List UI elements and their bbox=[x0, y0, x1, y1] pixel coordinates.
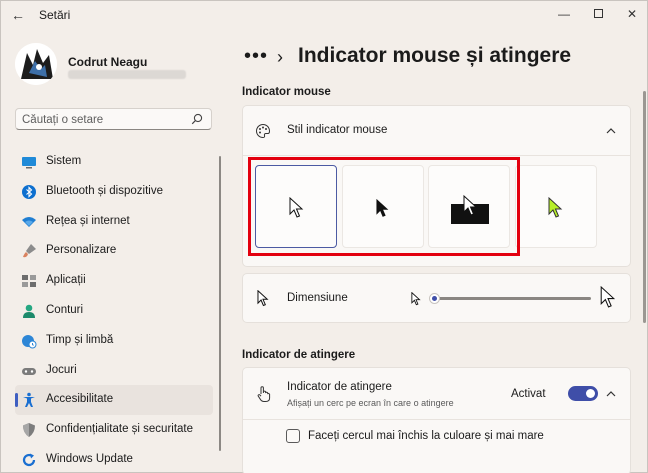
sidebar-item-jocuri[interactable]: Jocuri bbox=[15, 356, 213, 386]
search-icon[interactable] bbox=[191, 113, 203, 125]
brush-icon bbox=[23, 244, 36, 258]
pointer-size-label: Dimensiune bbox=[287, 292, 348, 304]
mouse-style-label: Stil indicator mouse bbox=[287, 124, 388, 136]
highlight-annotation-box bbox=[248, 157, 520, 256]
lime-cursor-icon bbox=[548, 197, 563, 218]
mouse-style-row[interactable]: Stil indicator mouse bbox=[243, 106, 630, 156]
sidebar-item-label: Windows Update bbox=[46, 452, 133, 465]
accessibility-icon bbox=[23, 393, 35, 408]
user-email-blurred bbox=[68, 70, 186, 79]
large-cursor-icon bbox=[600, 286, 616, 308]
wifi-icon bbox=[22, 216, 36, 227]
sidebar-item-bluetooth[interactable]: Bluetooth și dispozitive bbox=[15, 177, 213, 207]
bluetooth-icon bbox=[22, 184, 36, 199]
maximize-button[interactable] bbox=[587, 5, 609, 23]
apps-icon bbox=[22, 275, 36, 288]
sidebar-item-label: Conturi bbox=[46, 303, 84, 316]
sidebar-item-personalizare[interactable]: Personalizare bbox=[15, 236, 213, 266]
sidebar-item-label: Confidențialitate și securitate bbox=[46, 423, 194, 436]
avatar[interactable] bbox=[15, 43, 57, 85]
sidebar-item-windows-update[interactable]: Windows Update bbox=[15, 445, 213, 473]
sidebar-item-sistem[interactable]: Sistem bbox=[15, 147, 213, 177]
sidebar-item-confidentialitate[interactable]: Confidențialitate și securitate bbox=[15, 415, 213, 445]
touch-indicator-card: Indicator de atingere Afișați un cerc pe… bbox=[242, 367, 631, 473]
sidebar-item-aplicatii[interactable]: Aplicații bbox=[15, 266, 213, 296]
sidebar-item-label: Timp și limbă bbox=[46, 333, 114, 346]
monitor-icon bbox=[22, 157, 36, 169]
person-icon bbox=[23, 304, 35, 318]
touch-indicator-description: Afișați un cerc pe ecran în care o ating… bbox=[287, 398, 454, 408]
window-title: Setări bbox=[39, 8, 71, 22]
sidebar-item-label: Bluetooth și dispozitive bbox=[46, 184, 163, 197]
touch-indicator-label: Indicator de atingere bbox=[287, 381, 392, 393]
user-name: Codrut Neagu bbox=[68, 55, 148, 69]
darker-larger-circle-label[interactable]: Faceți cercul mai închis la culoare și m… bbox=[308, 430, 544, 442]
pointer-size-slider-track[interactable] bbox=[434, 297, 591, 300]
small-cursor-icon bbox=[411, 292, 421, 306]
search-input[interactable] bbox=[22, 112, 182, 127]
sidebar-nav: Sistem Bluetooth și dispozitive Rețea și… bbox=[15, 147, 213, 473]
sidebar-item-retea[interactable]: Rețea și internet bbox=[15, 207, 213, 237]
breadcrumb-chevron-icon: › bbox=[277, 47, 283, 67]
touch-hand-icon bbox=[257, 386, 271, 402]
sidebar-item-conturi[interactable]: Conturi bbox=[15, 296, 213, 326]
back-arrow-icon[interactable]: ← bbox=[9, 6, 27, 24]
chevron-up-icon[interactable] bbox=[605, 125, 617, 137]
sidebar-item-label: Personalizare bbox=[46, 244, 117, 257]
cursor-icon bbox=[257, 290, 269, 307]
darker-larger-circle-checkbox[interactable] bbox=[286, 429, 300, 443]
update-icon bbox=[22, 453, 36, 467]
sidebar-scrollbar[interactable] bbox=[219, 156, 221, 451]
close-button[interactable]: ✕ bbox=[621, 5, 643, 23]
pointer-size-slider-thumb[interactable] bbox=[429, 293, 440, 304]
sidebar-item-label: Aplicații bbox=[46, 274, 86, 287]
gamepad-icon bbox=[22, 367, 36, 375]
search-box[interactable] bbox=[15, 108, 212, 130]
minimize-button[interactable]: — bbox=[553, 5, 575, 23]
sidebar-item-timp[interactable]: Timp și limbă bbox=[15, 326, 213, 356]
settings-window: ← Setări — ✕ Codrut Neagu Sistem Bluetoo bbox=[0, 0, 648, 473]
sidebar-item-label: Accesibilitate bbox=[46, 393, 114, 406]
pointer-style-custom[interactable] bbox=[515, 165, 597, 248]
main-scrollbar[interactable] bbox=[643, 91, 646, 323]
globe-clock-icon bbox=[22, 334, 37, 349]
toggle-state-label: Activat bbox=[511, 388, 546, 400]
sidebar-item-label: Jocuri bbox=[46, 363, 77, 376]
palette-icon bbox=[256, 123, 271, 139]
title-bar: ← Setări — ✕ bbox=[1, 1, 648, 29]
shield-icon bbox=[23, 423, 35, 438]
touch-indicator-toggle[interactable] bbox=[568, 386, 598, 401]
breadcrumb-overflow-button[interactable]: ••• bbox=[244, 45, 268, 68]
section-heading-mouse: Indicator mouse bbox=[242, 86, 331, 98]
section-heading-touch: Indicator de atingere bbox=[242, 349, 356, 361]
sidebar-item-accesibilitate[interactable]: Accesibilitate bbox=[15, 385, 213, 416]
sidebar-item-label: Rețea și internet bbox=[46, 214, 130, 227]
page-title: Indicator mouse și atingere bbox=[298, 44, 572, 67]
chevron-up-icon[interactable] bbox=[605, 388, 617, 400]
sidebar-item-label: Sistem bbox=[46, 155, 82, 167]
maximize-icon bbox=[593, 9, 603, 18]
